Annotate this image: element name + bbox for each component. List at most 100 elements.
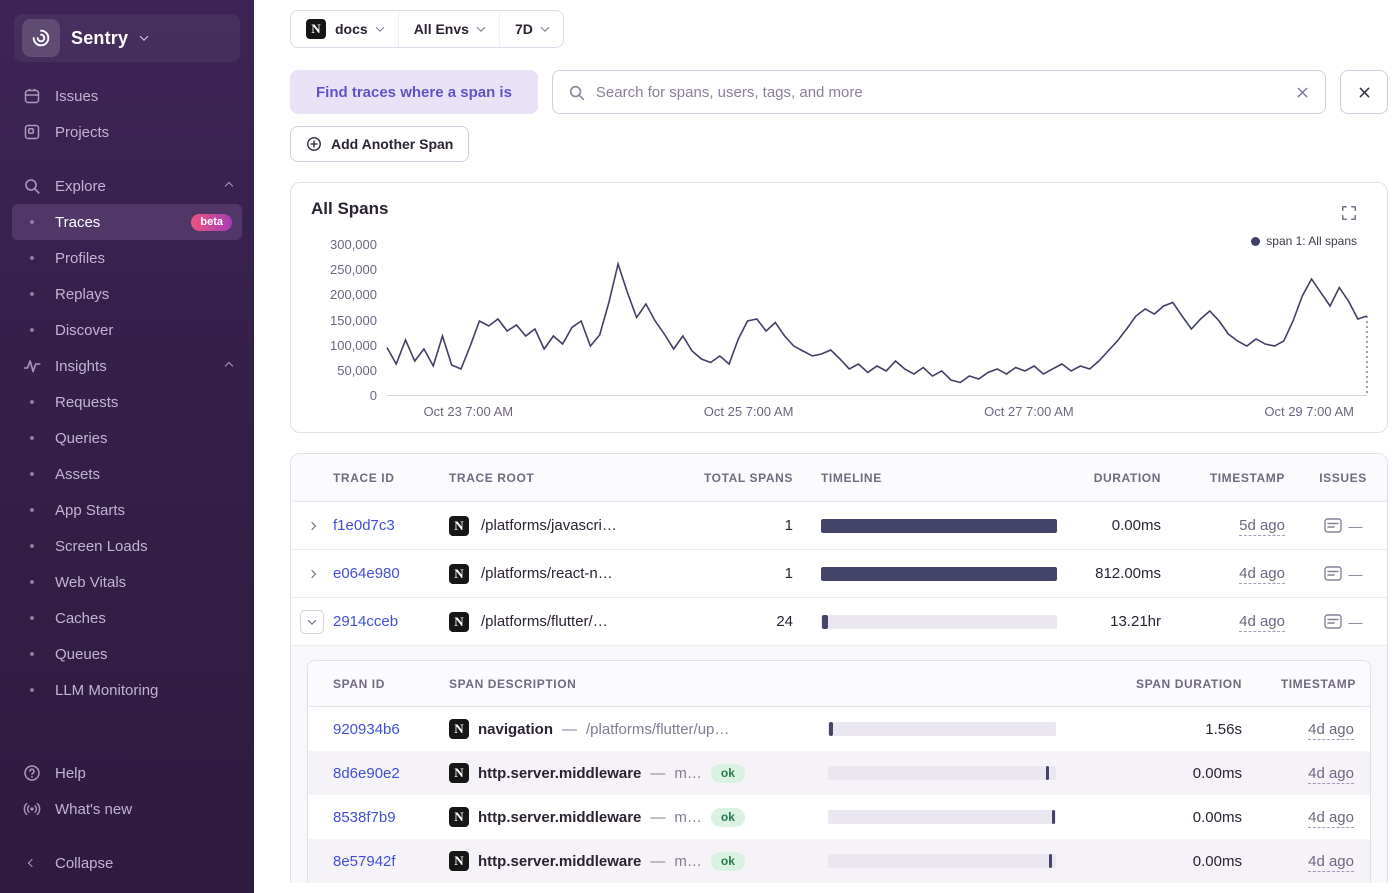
project-platform-icon: N [449,851,469,871]
sidebar-item-label: Screen Loads [55,538,148,555]
project-platform-icon: N [449,719,469,739]
project-platform-icon: N [449,807,469,827]
span-id-link[interactable]: 8d6e90e2 [333,765,400,782]
span-separator: — [650,809,665,826]
sidebar-item-replays[interactable]: Replays [12,276,242,312]
plus-circle-icon [306,136,322,152]
close-span-filter-button[interactable] [1340,70,1388,114]
y-tick-label: 150,000 [330,313,377,328]
timestamp-value: 4d ago [1239,613,1285,632]
sidebar-item-label: Assets [55,466,100,483]
issues-placeholder: — [1349,566,1363,582]
sidebar-item-help[interactable]: Help [12,755,242,791]
span-table: SPAN ID SPAN DESCRIPTION SPAN DURATION T… [307,660,1371,883]
column-header-span-timestamp: TIMESTAMP [1256,677,1370,691]
environment-selector-label: All Envs [414,21,469,37]
span-row[interactable]: 8d6e90e2 N http.server.middleware — m… o… [308,751,1370,795]
add-span-row: Add Another Span [290,126,1388,162]
sidebar-item-queries[interactable]: Queries [12,420,242,456]
collapse-trace-button[interactable] [300,610,324,634]
sidebar-section-explore[interactable]: Explore [12,168,242,204]
span-row[interactable]: 8538f7b9 N http.server.middleware — m… o… [308,795,1370,839]
expanded-trace-spans: SPAN ID SPAN DESCRIPTION SPAN DURATION T… [291,646,1387,883]
project-platform-icon: N [449,612,469,632]
sidebar-footer: Help What's new Collapse [0,755,254,881]
span-row[interactable]: 8e57942f N http.server.middleware — m… o… [308,839,1370,883]
total-spans-value: 1 [703,565,807,582]
trace-root-label: /platforms/flutter/… [481,613,608,630]
bullet-icon [22,682,42,699]
column-header-span-duration: SPAN DURATION [1070,677,1256,691]
span-timeline-track [828,854,1056,868]
trace-row-expanded[interactable]: 2914cceb N /platforms/flutter/… 24 13.21… [291,598,1387,646]
project-selector[interactable]: N docs [291,11,399,47]
y-tick-label: 0 [370,388,377,403]
issues-icon [1324,566,1342,581]
bullet-icon [22,394,42,411]
clear-search-icon[interactable] [1295,85,1310,100]
date-range-label: 7D [515,21,533,37]
x-tick-label: Oct 27 7:00 AM [984,404,1074,419]
bullet-icon [22,286,42,303]
sidebar-section-insights[interactable]: Insights [12,348,242,384]
all-spans-panel: All Spans span 1: All spans 050,000100,0… [290,182,1388,433]
trace-row[interactable]: e064e980 N /platforms/react-n… 1 812.00m… [291,550,1387,598]
duration-value: 812.00ms [1071,565,1175,582]
chevron-down-icon [477,23,485,31]
issues-placeholder: — [1349,614,1363,630]
column-header-timeline: TIMELINE [807,471,1071,485]
chart-title: All Spans [311,199,1367,219]
bullet-icon [22,610,42,627]
sidebar-item-queues[interactable]: Queues [12,636,242,672]
span-search-input[interactable] [596,84,1284,101]
sidebar-item-screen-loads[interactable]: Screen Loads [12,528,242,564]
sidebar-item-whats-new[interactable]: What's new [12,791,242,827]
sidebar-item-assets[interactable]: Assets [12,456,242,492]
environment-selector[interactable]: All Envs [399,11,500,47]
sidebar-nav: Issues Projects Explore [0,78,254,755]
issues-placeholder: — [1349,518,1363,534]
bullet-icon [22,538,42,555]
timeline-bar [822,615,828,629]
span-separator: — [562,721,577,738]
span-op: http.server.middleware [478,765,641,782]
trace-id-link[interactable]: e064e980 [333,565,400,582]
sidebar-item-llm-monitoring[interactable]: LLM Monitoring [12,672,242,708]
org-switcher[interactable]: Sentry [14,14,240,62]
span-id-link[interactable]: 8538f7b9 [333,809,396,826]
trace-id-link[interactable]: f1e0d7c3 [333,517,395,534]
span-duration-value: 0.00ms [1070,809,1256,826]
status-badge: ok [711,764,745,783]
all-spans-chart[interactable] [387,245,1367,396]
expand-trace-button[interactable] [300,562,324,586]
sidebar-item-traces[interactable]: Traces beta [12,204,242,240]
sidebar-item-requests[interactable]: Requests [12,384,242,420]
span-search-box[interactable] [552,70,1326,114]
span-id-link[interactable]: 8e57942f [333,853,396,870]
span-id-link[interactable]: 920934b6 [333,721,400,738]
add-another-span-button[interactable]: Add Another Span [290,126,469,162]
sidebar-item-discover[interactable]: Discover [12,312,242,348]
sidebar-item-issues[interactable]: Issues [12,78,242,114]
filter-group: N docs All Envs 7D [290,10,564,48]
sidebar-item-app-starts[interactable]: App Starts [12,492,242,528]
span-duration-value: 0.00ms [1070,765,1256,782]
date-range-selector[interactable]: 7D [500,11,563,47]
expand-trace-button[interactable] [300,514,324,538]
trace-id-link[interactable]: 2914cceb [333,613,398,630]
span-row[interactable]: 920934b6 N navigation — /platforms/flutt… [308,707,1370,751]
trace-row[interactable]: f1e0d7c3 N /platforms/javascri… 1 0.00ms… [291,502,1387,550]
column-header-timestamp: TIMESTAMP [1175,471,1299,485]
sidebar-item-projects[interactable]: Projects [12,114,242,150]
sidebar-collapse-button[interactable]: Collapse [12,845,242,881]
sidebar-item-caches[interactable]: Caches [12,600,242,636]
sidebar-item-profiles[interactable]: Profiles [12,240,242,276]
timeline-track [821,519,1057,533]
sidebar-item-web-vitals[interactable]: Web Vitals [12,564,242,600]
add-another-span-label: Add Another Span [331,136,453,152]
expand-chart-icon[interactable] [1341,205,1357,224]
span-timestamp-value: 4d ago [1308,853,1354,872]
span-filter-label: Find traces where a span is [290,70,538,114]
org-name: Sentry [71,28,128,49]
timestamp-value: 5d ago [1239,517,1285,536]
